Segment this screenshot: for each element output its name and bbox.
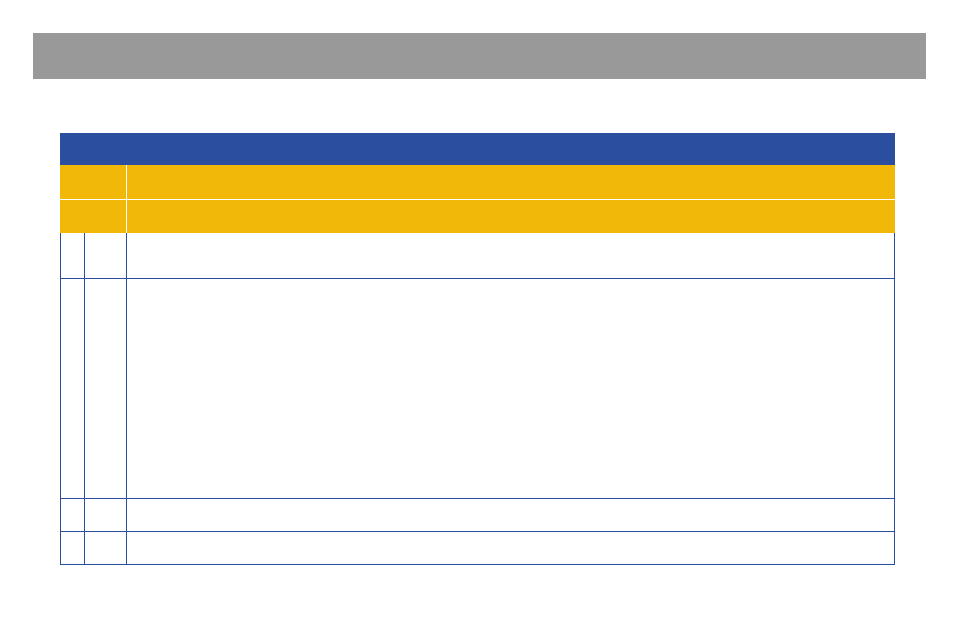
table-row [61, 531, 894, 564]
table-row [61, 498, 894, 531]
table-cell [61, 233, 85, 278]
table-row [61, 278, 894, 498]
table-cell [85, 532, 127, 564]
header-bar [33, 33, 926, 79]
table-cell [61, 499, 85, 531]
page [0, 0, 954, 618]
yellow-cell-left [60, 200, 127, 233]
table-row [61, 233, 894, 278]
table-cell [127, 499, 894, 531]
yellow-cell-left [60, 165, 127, 199]
table-cell [85, 499, 127, 531]
table-header-yellow-group [60, 165, 895, 233]
yellow-row [60, 165, 895, 199]
yellow-cell-right [127, 165, 895, 199]
table-cell [61, 532, 85, 564]
yellow-row [60, 199, 895, 233]
table-cell [127, 279, 894, 498]
table-cell [127, 233, 894, 278]
table-cell [127, 532, 894, 564]
table-body [60, 233, 895, 565]
table [60, 133, 895, 565]
table-cell [61, 279, 85, 498]
yellow-cell-right [127, 200, 895, 233]
table-cell [85, 279, 127, 498]
table-cell [85, 233, 127, 278]
table-header-blue [60, 133, 895, 165]
